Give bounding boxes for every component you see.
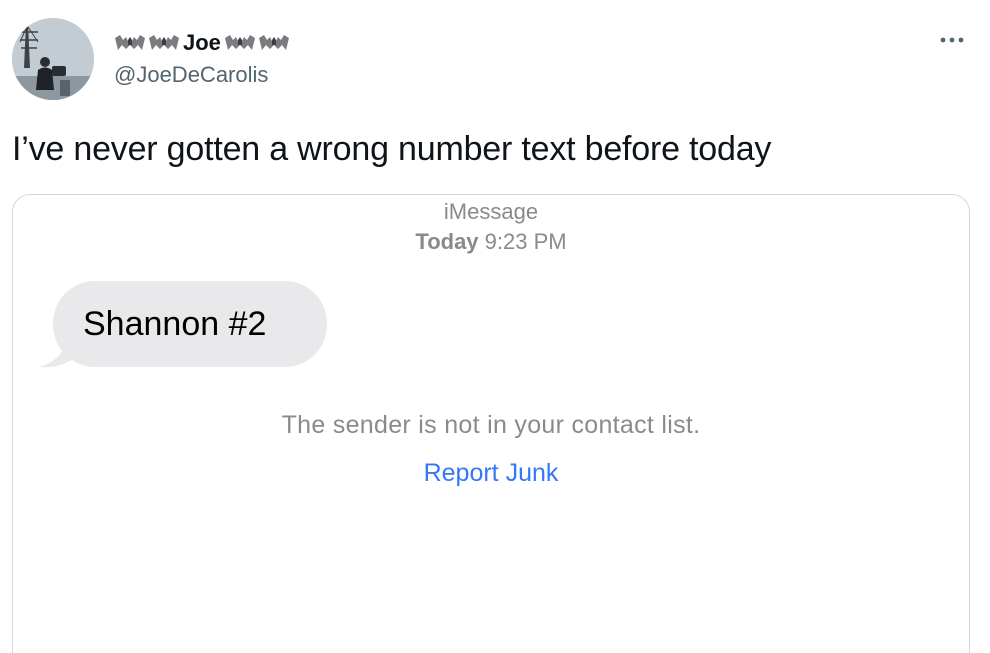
- bat-emoji-icon: [115, 35, 145, 50]
- tweet-media-screenshot[interactable]: iMessage Today 9:23 PM Shannon #2 The se…: [12, 194, 970, 653]
- incoming-message: Shannon #2: [39, 281, 339, 371]
- more-horizontal-icon: [940, 37, 964, 43]
- imessage-service-label: iMessage: [443, 199, 539, 224]
- author-name-row[interactable]: Joe: [114, 30, 290, 56]
- message-timestamp: Today 9:23 PM: [13, 229, 969, 255]
- author-avatar[interactable]: [12, 18, 94, 100]
- author-display-name[interactable]: Joe: [183, 30, 221, 56]
- bat-emoji-icon: [149, 35, 179, 50]
- more-options-button[interactable]: [932, 30, 972, 50]
- report-junk-link[interactable]: Report Junk: [13, 459, 969, 488]
- author-handle[interactable]: @JoeDeCarolis: [114, 62, 268, 88]
- report-junk-label[interactable]: Report Junk: [424, 459, 559, 487]
- message-bubble: Shannon #2: [53, 281, 327, 367]
- timestamp-day: Today: [415, 229, 479, 254]
- tweet-text: I’ve never gotten a wrong number text be…: [12, 130, 772, 168]
- bat-emoji-icon: [258, 35, 289, 50]
- timestamp-time: 9:23 PM: [484, 229, 567, 254]
- bat-emoji-icon: [224, 35, 255, 50]
- avatar-photo: [12, 18, 94, 100]
- unknown-sender-notice: The sender is not in your contact list.: [281, 411, 701, 439]
